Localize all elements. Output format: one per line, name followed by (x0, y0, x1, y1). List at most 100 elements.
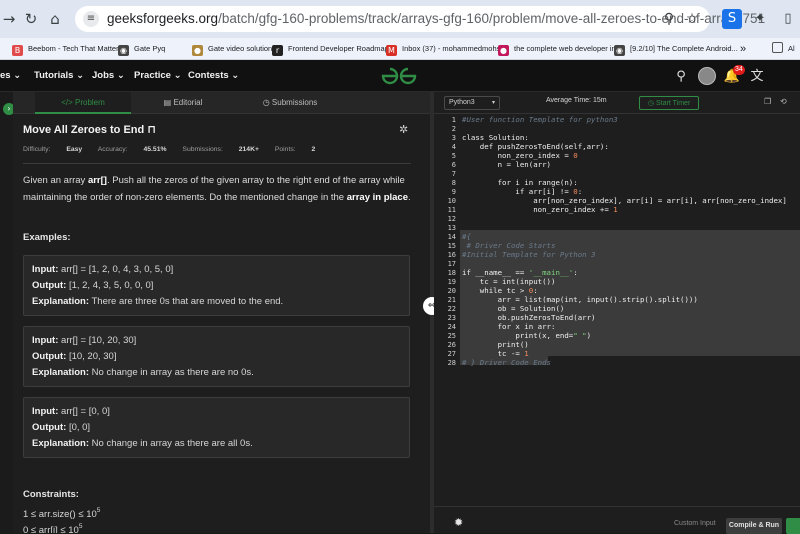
line-number: 22 (447, 305, 456, 313)
bookmark-item[interactable]: ● Gate video solutions (192, 41, 276, 57)
start-timer-button[interactable]: ◷ Start Timer (639, 96, 699, 110)
bookmark-item[interactable]: ◉ [9.2/10] The Complete Android... (614, 41, 738, 57)
settings-icon[interactable]: ✹ (454, 516, 468, 530)
bookmark-item[interactable]: ● the complete web developer in... (498, 41, 622, 57)
search-icon[interactable]: ⚲ (672, 68, 690, 86)
code-line: non_zero_index += 1 (462, 205, 618, 214)
line-number: 15 (447, 242, 456, 250)
side-strip: › (0, 92, 15, 533)
problem-tabs: </> Problem ▤ Editorial ◷ Submissions (13, 92, 430, 114)
code-line: for i in range(n): (462, 178, 578, 187)
compile-run-button[interactable]: Compile & Run (726, 518, 782, 534)
folder-icon (772, 42, 783, 53)
line-number: 19 (447, 278, 456, 286)
tab-submissions[interactable]: ◷ Submissions (235, 92, 345, 114)
bookmark-favicon-icon: r (272, 45, 283, 56)
bookmark-item[interactable]: M Inbox (37) - mohammedmohsi... (386, 41, 508, 57)
bookmark-star-icon[interactable]: ☆ (683, 10, 701, 28)
code-line: #User function Template for python3 (462, 115, 618, 124)
code-line: #{ (462, 232, 471, 241)
line-number: 24 (447, 323, 456, 331)
home-icon[interactable]: ⌂ (46, 10, 64, 28)
code-line: tc -= 1 (462, 349, 529, 358)
extension-icon[interactable]: S (722, 9, 742, 29)
nav-menu-contests[interactable]: Contests ⌄ (188, 70, 239, 81)
line-number: 26 (447, 341, 456, 349)
code-line: print(x, end=" ") (462, 331, 592, 340)
nav-menu-item[interactable]: es ⌄ (0, 70, 21, 81)
bookmark-item[interactable]: r Frontend Developer Roadmap:... (272, 41, 397, 57)
line-number: 20 (447, 287, 456, 295)
bookmark-folder[interactable]: Al (772, 41, 795, 57)
code-line: arr[non_zero_index], arr[i] = arr[i], ar… (462, 196, 787, 205)
example-box: Input: arr[] = [10, 20, 30] Output: [10,… (23, 326, 410, 387)
chevron-down-icon: ⌄ (116, 70, 125, 81)
code-line: ob = Solution() (462, 304, 565, 313)
copy-icon[interactable]: ❐ (764, 97, 771, 106)
code-line: non_zero_index = 0 (462, 151, 578, 160)
code-line: #Initial Template for Python 3 (462, 250, 596, 259)
bookmark-favicon-icon: B (12, 45, 23, 56)
bookmark-favicon-icon: ● (498, 45, 509, 56)
language-select[interactable]: Python3 ▾ (444, 96, 500, 110)
line-number: 21 (447, 296, 456, 304)
line-number: 16 (447, 251, 456, 259)
examples-heading: Examples: (23, 232, 71, 243)
chevron-down-icon: ▾ (491, 99, 495, 106)
line-number: 10 (447, 197, 456, 205)
tab-editorial[interactable]: ▤ Editorial (138, 92, 228, 114)
chevron-down-icon: ⌄ (76, 70, 85, 81)
line-number: 13 (447, 224, 456, 232)
bug-report-icon[interactable]: ✲ (399, 123, 408, 136)
submit-button[interactable] (786, 518, 800, 534)
problem-content: Move All Zeroes to End ⊓ ✲ Difficulty: E… (13, 114, 430, 533)
bookmark-icon[interactable]: ⊓ (147, 123, 156, 136)
bookmark-item[interactable]: ◉ Gate Pyq (118, 41, 165, 57)
gfg-logo-icon (381, 67, 417, 85)
address-bar[interactable]: ≡ geeksforgeeks.org/batch/gfg-160-proble… (75, 6, 765, 32)
line-numbers: 1 2 3 4 5 6 7 8 9 10 11 12 13 14 15 16 17 18 19 20 21 22 23 24 2… (434, 114, 460, 506)
reset-icon[interactable]: ⟲ (780, 97, 787, 106)
line-number: 25 (447, 332, 456, 340)
constraint-item: 0 ≤ arr[i] ≤ 105 (23, 523, 83, 533)
editor-footer: ✹ Custom Input Compile & Run (434, 506, 800, 534)
line-number: 14 (447, 233, 456, 241)
example-box: Input: arr[] = [0, 0] Output: [0, 0] Exp… (23, 397, 410, 458)
theme-toggle-icon[interactable] (698, 67, 716, 85)
bookmark-item[interactable]: B Beebom - Tech That Matters (12, 41, 122, 57)
code-editor[interactable]: 1 2 3 4 5 6 7 8 9 10 11 12 13 14 15 16 17 18 19 20 21 22 23 24 2… (434, 114, 800, 506)
line-number: 11 (447, 206, 456, 214)
line-number: 3 (451, 134, 456, 142)
average-time: Average Time: 15m (546, 97, 607, 104)
reload-icon[interactable]: ↻ (22, 10, 40, 28)
translate-icon[interactable]: 文 (748, 68, 766, 86)
clock-icon: ◷ (262, 98, 272, 107)
code-line: n = len(arr) (462, 160, 551, 169)
nav-menu-tutorials[interactable]: Tutorials ⌄ (34, 70, 84, 81)
gfg-logo[interactable] (380, 66, 418, 86)
line-number: 23 (447, 314, 456, 322)
code-line: class Solution: (462, 133, 529, 142)
custom-input-toggle[interactable]: Custom Input (674, 520, 716, 527)
code-line: for x in arr: (462, 322, 556, 331)
search-icon[interactable]: ⚲ (660, 10, 678, 28)
gmail-icon: M (386, 45, 397, 56)
nav-menu-practice[interactable]: Practice ⌄ (134, 70, 182, 81)
line-number: 27 (447, 350, 456, 358)
line-number: 12 (447, 215, 456, 223)
document-icon: ▤ (163, 98, 174, 107)
notification-badge: 34 (733, 65, 745, 75)
more-bookmarks-button[interactable]: » (740, 41, 746, 57)
sidebar-icon[interactable]: ▯ (778, 9, 798, 29)
extensions-puzzle-icon[interactable]: ✦ (750, 9, 770, 29)
forward-icon[interactable]: → (0, 10, 18, 28)
example-box: Input: arr[] = [1, 2, 0, 4, 3, 0, 5, 0] … (23, 255, 410, 316)
code-line: def pushZerosToEnd(self,arr): (462, 142, 609, 151)
timer-icon: ◷ (647, 99, 657, 107)
tab-problem[interactable]: </> Problem (35, 92, 131, 114)
chevron-down-icon: ⌄ (173, 70, 182, 81)
site-info-icon[interactable]: ≡ (83, 11, 99, 27)
nav-menu-jobs[interactable]: Jobs ⌄ (92, 70, 125, 81)
code-line: # } Driver Code Ends (462, 358, 551, 367)
line-number: 28 (447, 359, 456, 367)
